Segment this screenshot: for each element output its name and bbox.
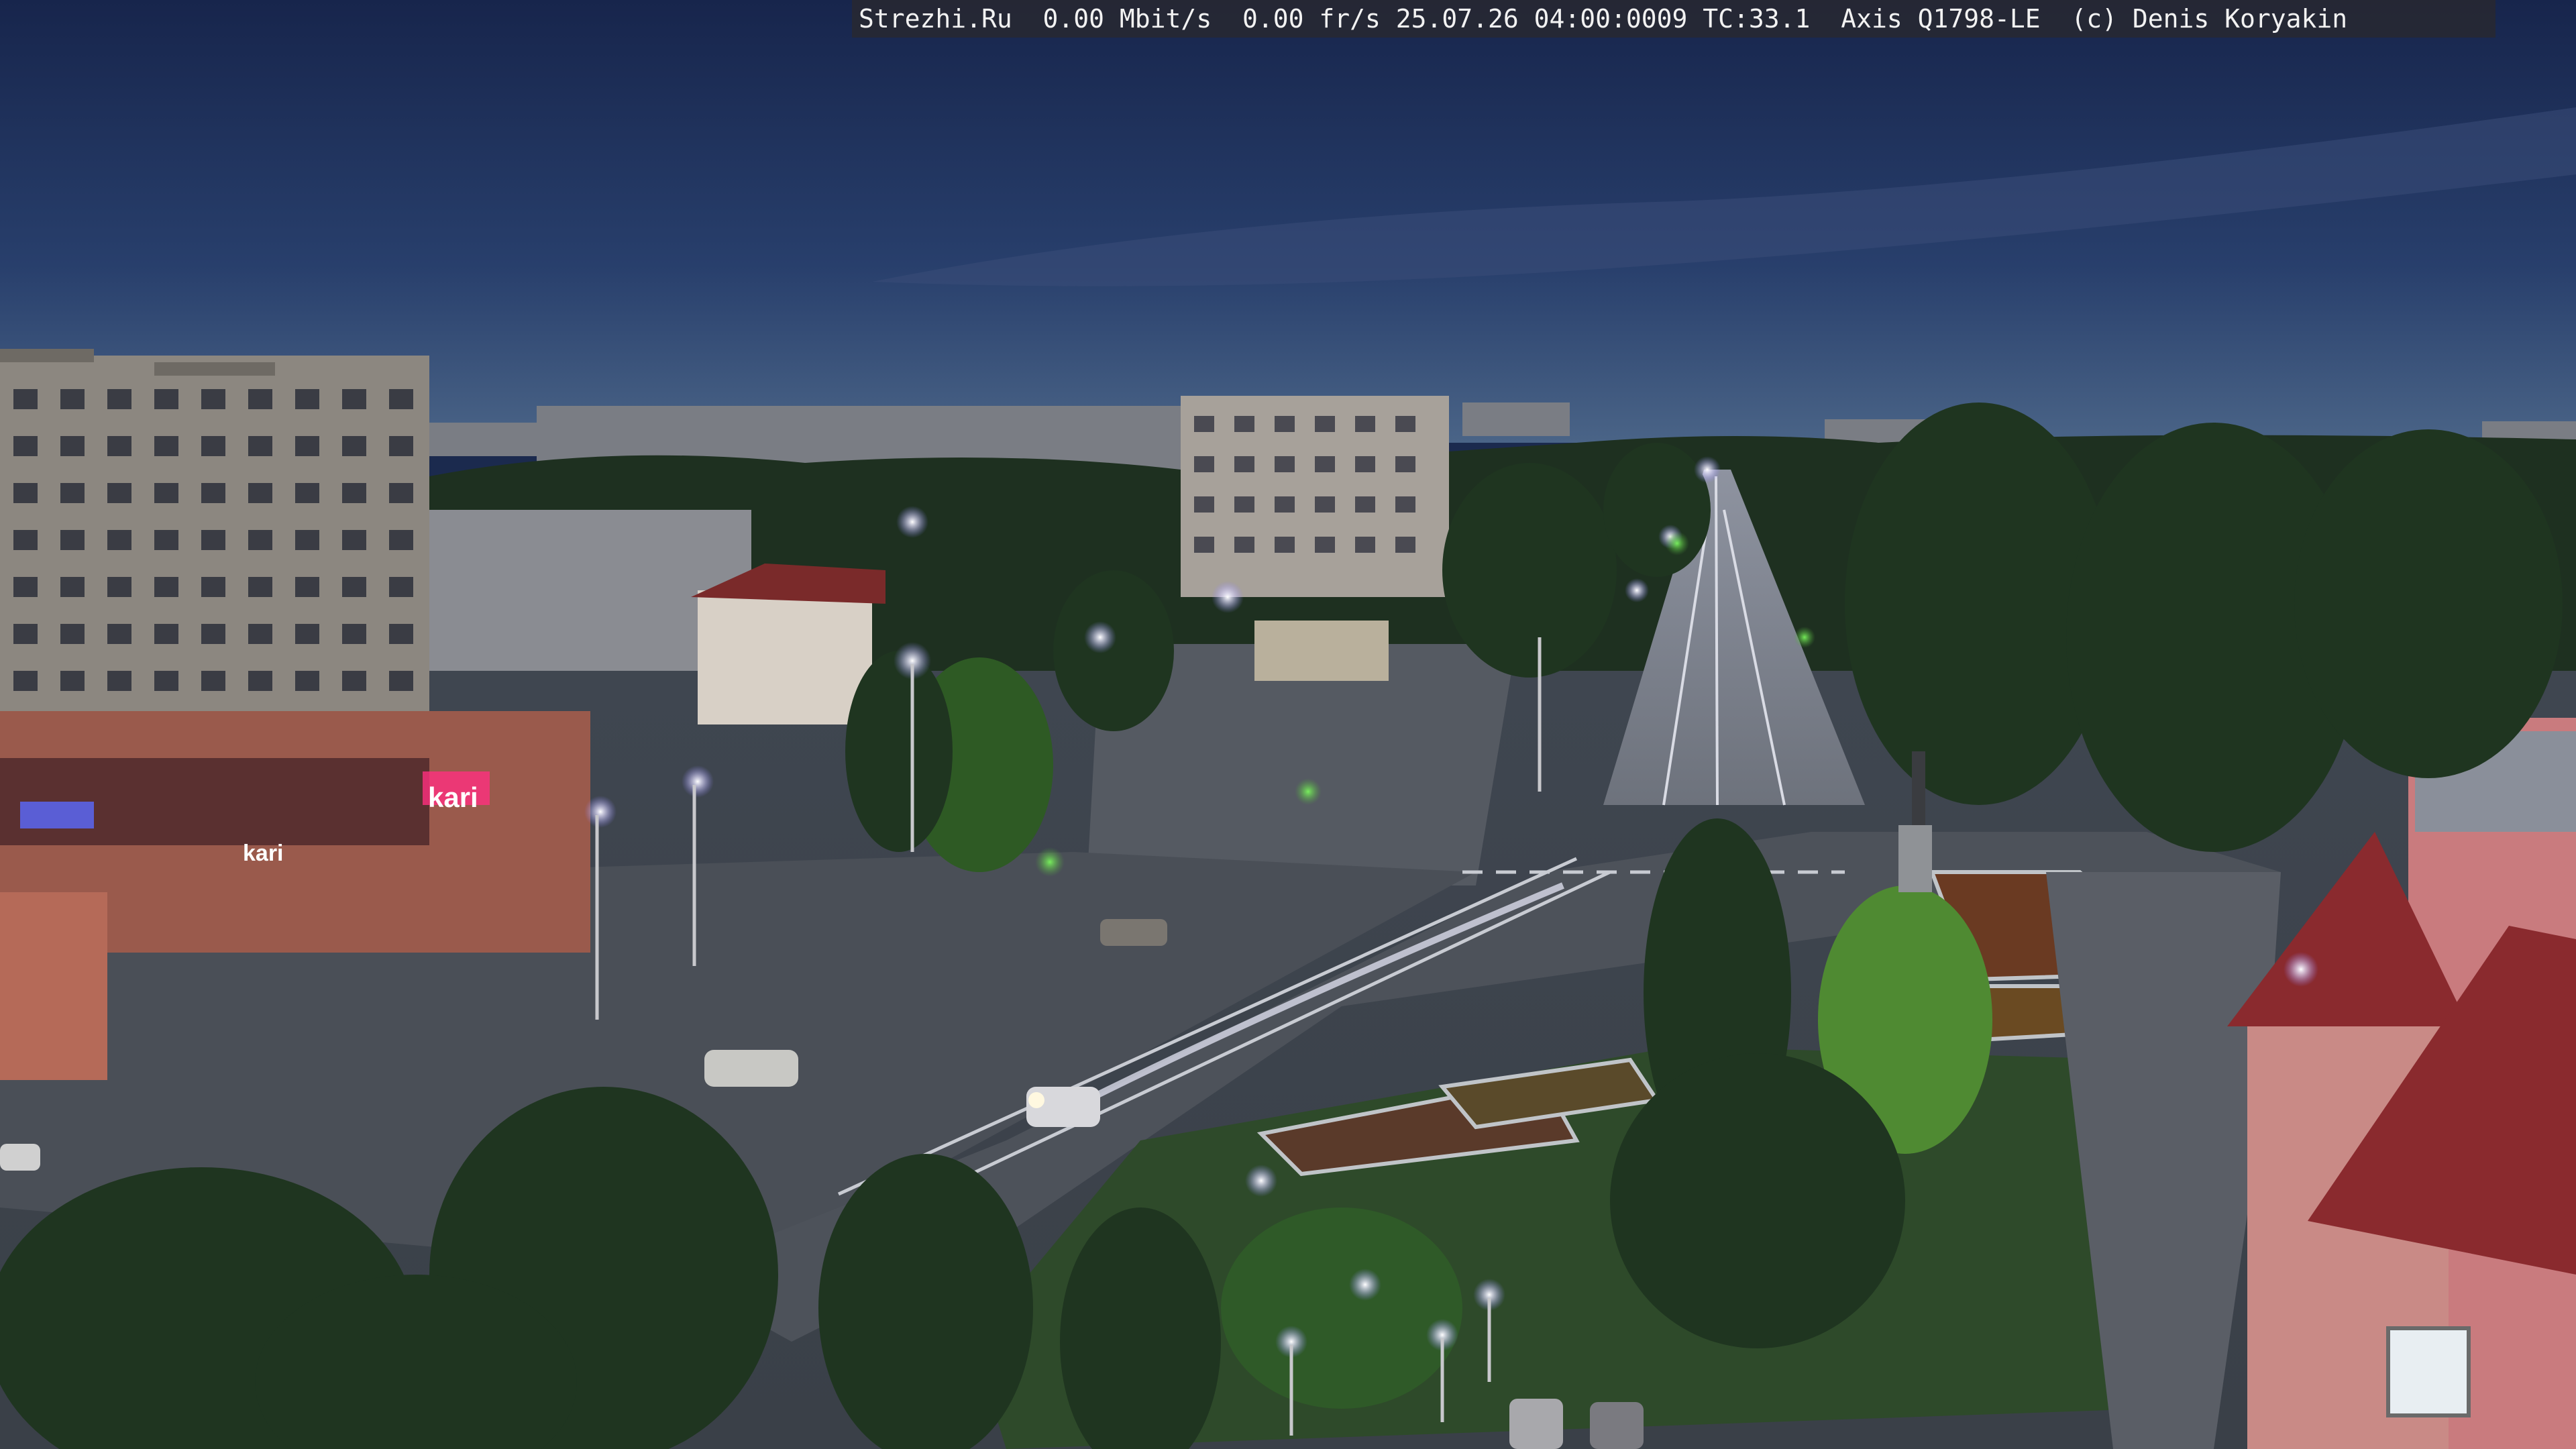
kari-sign: kari — [428, 782, 478, 813]
camera-overlay-text: Strezhi.Ru 0.00 Mbit/s 0.00 fr/s 25.07.2… — [859, 4, 2348, 34]
camera-overlay-bar: Strezhi.Ru 0.00 Mbit/s 0.00 fr/s 25.07.2… — [852, 0, 2496, 38]
camera-frame: kari kari Strezhi.Ru 0.00 Mbit/s 0.00 fr… — [0, 0, 2576, 1449]
low-building-center — [1254, 621, 1389, 681]
building-redroof — [698, 590, 872, 724]
kari-sign-lower: kari — [243, 841, 284, 866]
apartment-building-left — [0, 349, 429, 771]
webcam-scene: kari kari — [0, 0, 2576, 1449]
